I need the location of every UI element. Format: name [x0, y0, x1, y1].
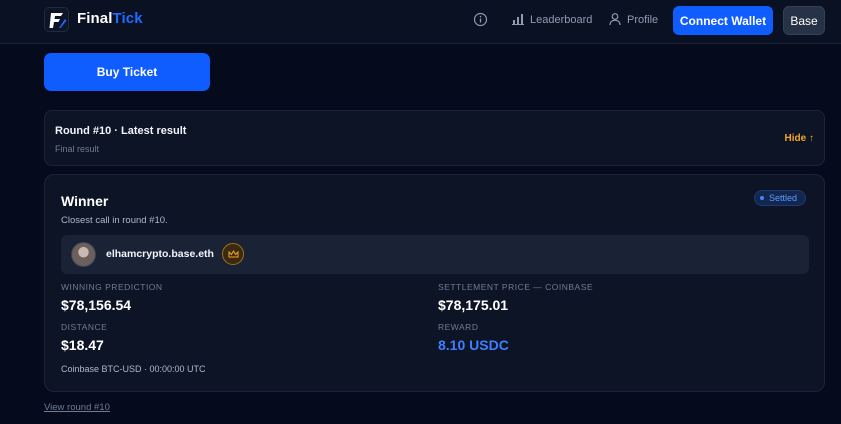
bar-chart-icon [512, 14, 524, 25]
reward-value: 8.10 USDC [438, 337, 509, 353]
crown-icon [222, 243, 244, 265]
nav-leaderboard[interactable]: Leaderboard [512, 14, 593, 26]
top-nav: FinalTick Leaderboard Profile Connect Wa… [0, 0, 841, 44]
winner-title: Winner [61, 193, 109, 209]
distance-value: $18.47 [61, 337, 104, 353]
round-result-header: Round #10 · Latest result Final result H… [44, 110, 825, 166]
view-round-link[interactable]: View round #10 [44, 402, 110, 413]
info-icon[interactable] [473, 12, 488, 27]
avatar [71, 242, 96, 267]
finaltick-logo[interactable] [44, 7, 69, 32]
distance-label: DISTANCE [61, 322, 108, 332]
settlement-price-value: $78,175.01 [438, 297, 509, 313]
winner-user-row[interactable]: elhamcrypto.base.eth [61, 235, 809, 274]
round-subtitle: Final result [55, 144, 100, 154]
reward-label: REWARD [438, 322, 479, 332]
winner-subtitle: Closest call in round #10. [61, 215, 168, 226]
buy-ticket-button[interactable]: Buy Ticket [44, 53, 210, 91]
user-icon [609, 13, 621, 26]
status-badge: Settled [754, 190, 807, 206]
brand-name[interactable]: FinalTick [77, 10, 143, 27]
status-dot-icon [760, 196, 764, 200]
winner-card: Winner Closest call in round #10. Settle… [44, 174, 825, 392]
nav-leaderboard-label: Leaderboard [530, 14, 593, 26]
connect-wallet-button[interactable]: Connect Wallet [673, 6, 773, 35]
price-source-note: Coinbase BTC-USD · 00:00:00 UTC [61, 364, 206, 374]
network-selector-button[interactable]: Base [783, 6, 825, 35]
winning-prediction-label: WINNING PREDICTION [61, 282, 163, 292]
nav-profile[interactable]: Profile [609, 13, 659, 26]
brand-accent: Tick [112, 10, 143, 27]
hide-toggle[interactable]: Hide ↑ [785, 133, 814, 144]
nav-profile-label: Profile [627, 14, 659, 26]
brand-main: Final [77, 10, 113, 27]
settlement-price-label: SETTLEMENT PRICE — COINBASE [438, 282, 594, 292]
round-title: Round #10 · Latest result [55, 125, 187, 137]
winning-prediction-value: $78,156.54 [61, 297, 132, 313]
winner-username: elhamcrypto.base.eth [106, 248, 214, 260]
status-label: Settled [769, 193, 798, 203]
